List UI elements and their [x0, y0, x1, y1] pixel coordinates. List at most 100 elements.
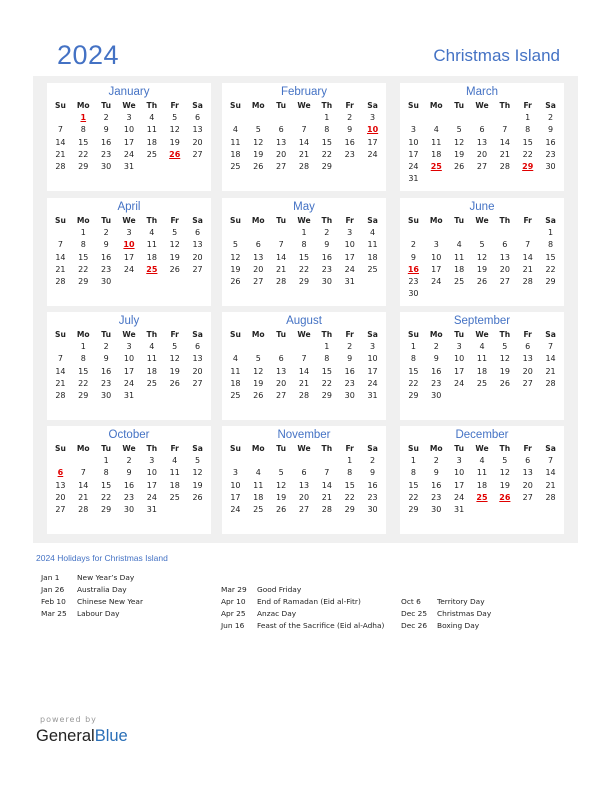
day: 4: [149, 228, 155, 238]
month-name: March: [466, 86, 498, 98]
holiday-name: Anzac Day: [257, 609, 297, 618]
day: 9: [103, 125, 109, 135]
day: 4: [149, 342, 155, 352]
day: 19: [169, 137, 180, 147]
day: 23: [431, 492, 442, 502]
day: 19: [192, 480, 203, 490]
day: 14: [55, 366, 66, 376]
month-name: December: [455, 429, 509, 441]
day: 14: [55, 252, 66, 262]
day: 18: [454, 264, 465, 274]
day: 11: [253, 480, 264, 490]
weekday-header: We: [475, 216, 489, 225]
day: 6: [525, 342, 531, 352]
holiday-name: Australia Day: [77, 585, 127, 594]
weekday-header: Fr: [345, 101, 354, 110]
weekday-header: Fr: [170, 444, 179, 453]
day: 12: [253, 137, 264, 147]
day: 29: [408, 390, 419, 400]
day: 6: [255, 240, 261, 250]
day: 29: [321, 390, 332, 400]
day: 20: [276, 149, 287, 159]
day: 14: [298, 366, 310, 376]
empty-cell: [493, 112, 516, 124]
day: 19: [454, 149, 465, 159]
weekday-header: Fr: [345, 216, 354, 225]
holiday-date: Oct 6: [401, 597, 421, 606]
empty-cell: [293, 341, 316, 353]
day: 10: [123, 125, 135, 135]
day: 31: [146, 504, 157, 514]
empty-cell: [402, 112, 425, 124]
day: 20: [522, 366, 533, 376]
day: 19: [230, 264, 241, 274]
weekday-header: Mo: [429, 444, 443, 453]
weekday-header: Tu: [276, 216, 287, 225]
day: 15: [298, 252, 310, 262]
day: 31: [344, 276, 355, 286]
day: 22: [78, 378, 89, 388]
day: 22: [78, 149, 89, 159]
holiday-item: Dec 26 Boxing Day: [401, 620, 491, 632]
day: 17: [344, 252, 355, 262]
weekday-header: Fr: [170, 330, 179, 339]
day: 13: [476, 137, 488, 147]
day: 7: [324, 468, 330, 478]
day: 2: [347, 342, 353, 352]
day: 7: [301, 354, 307, 364]
holiday-name: Feast of the Sacrifice (Eid al-Adha): [257, 621, 385, 630]
day: 2: [324, 228, 330, 238]
weekday-header: Sa: [545, 444, 556, 453]
day: 19: [253, 378, 264, 388]
day: 7: [301, 125, 307, 135]
day: 21: [55, 264, 66, 274]
day: 7: [57, 240, 63, 250]
month-november: November Su Mo Tu We Th Fr Sa 1 2 3 4 5 6 7 8 9 10 11 12 13 1…: [222, 426, 386, 534]
day: 20: [253, 264, 264, 274]
weekday-header: Mo: [251, 101, 265, 110]
day: 19: [169, 252, 180, 262]
day: 22: [321, 149, 332, 159]
day: 12: [476, 252, 488, 262]
day: 30: [101, 161, 112, 171]
month-december: December Su Mo Tu We Th Fr Sa 1 2 3 4 5 6 7 8 9 10 11 12 13 1…: [400, 426, 564, 534]
holiday-item: Jun 16 Feast of the Sacrifice (Eid al-Adh…: [221, 620, 384, 632]
day: 29: [321, 161, 332, 171]
holiday-day: 29: [522, 161, 534, 171]
day: 4: [456, 240, 462, 250]
month-name: May: [293, 201, 315, 213]
weekday-header: Sa: [192, 330, 203, 339]
weekday-header: Sa: [545, 330, 556, 339]
day: 22: [545, 264, 556, 274]
weekday-header: Mo: [251, 444, 265, 453]
empty-cell: [270, 455, 293, 467]
day: 12: [276, 480, 287, 490]
day: 26: [253, 161, 264, 171]
empty-cell: [493, 227, 516, 239]
day: 19: [499, 366, 510, 376]
day: 14: [545, 468, 556, 478]
day: 29: [78, 161, 89, 171]
day-grid: Su Mo Tu We Th Fr Sa 1 2 3 4 5 6 7 8 9 10 11 12 13 14 15 16 17 1…: [47, 100, 211, 173]
day: 16: [431, 480, 442, 490]
day: 11: [476, 468, 488, 478]
day: 11: [146, 240, 157, 250]
day: 8: [347, 468, 353, 478]
day: 1: [80, 228, 86, 238]
holiday-date: Feb 10: [41, 597, 66, 606]
generalblue-logo[interactable]: GeneralBlue: [36, 727, 128, 746]
day: 3: [126, 228, 132, 238]
day: 17: [146, 480, 157, 490]
day: 15: [78, 366, 89, 376]
month-july: July Su Mo Tu We Th Fr Sa 1 2 3 4 5 6 7 8 9 10 11 12 13 14 15 1…: [47, 312, 211, 420]
empty-cell: [448, 227, 471, 239]
day: 21: [522, 264, 533, 274]
weekday-header: Th: [146, 444, 158, 453]
day: 30: [123, 504, 135, 514]
day: 3: [370, 342, 376, 352]
day: 21: [55, 149, 66, 159]
day: 22: [344, 492, 355, 502]
weekday-header: We: [122, 101, 136, 110]
day: 10: [344, 240, 355, 250]
day: 9: [347, 354, 353, 364]
